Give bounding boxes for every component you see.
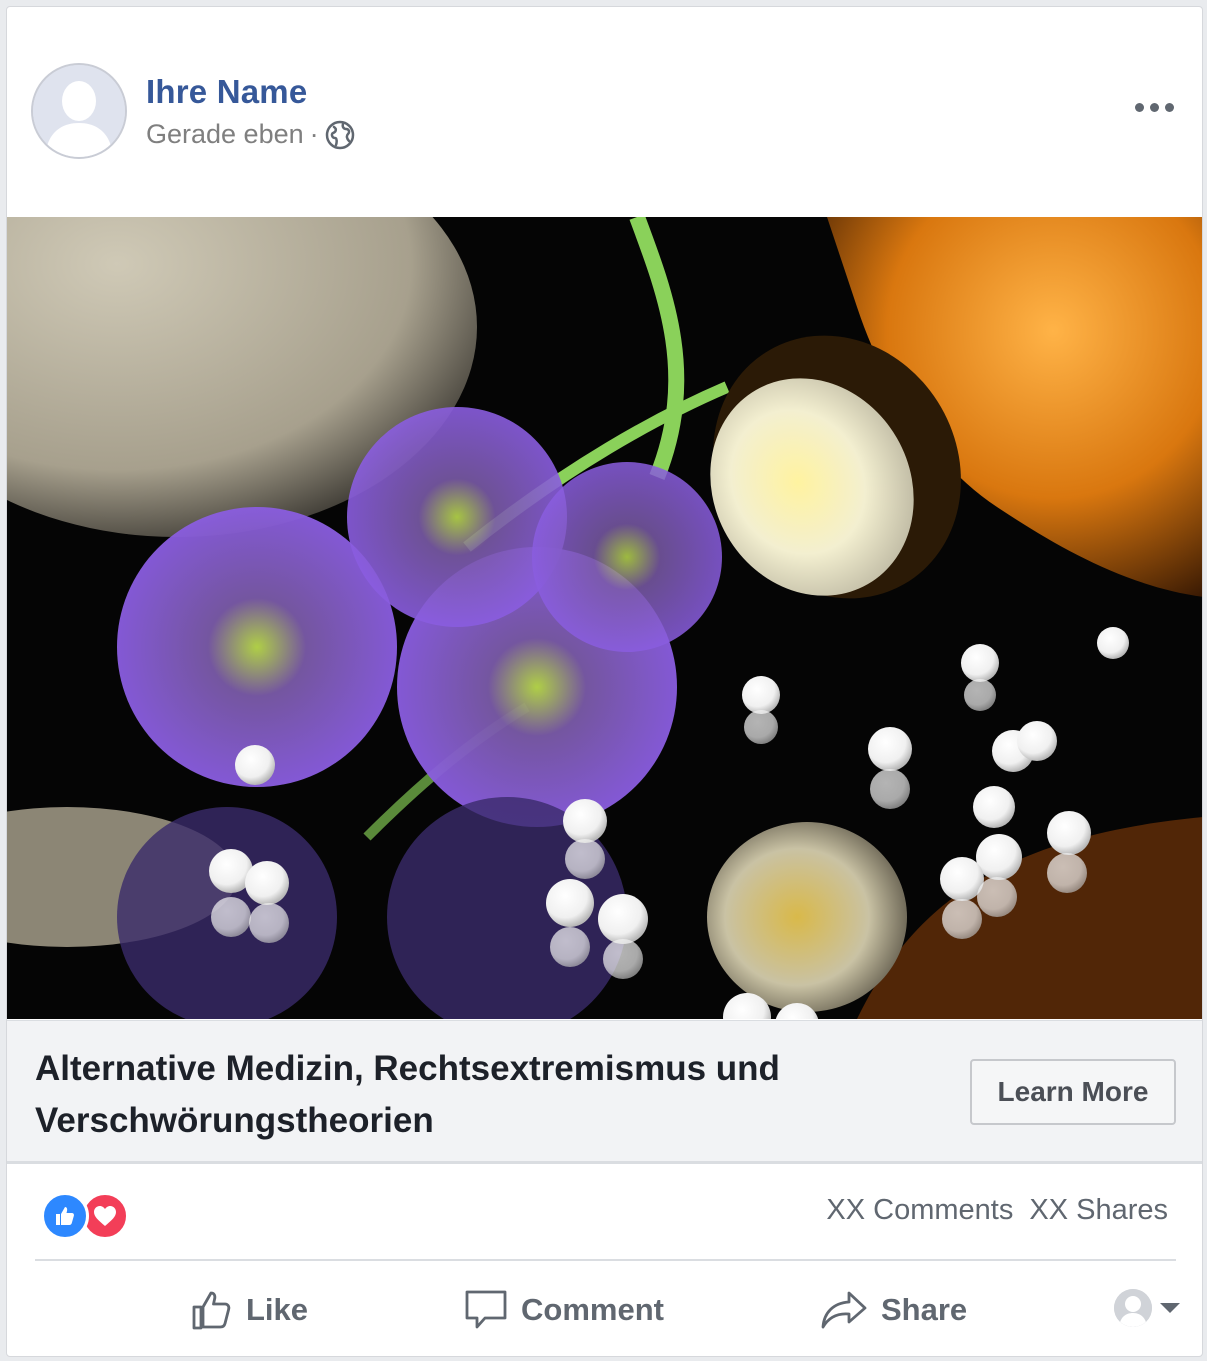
post-image[interactable] (7, 217, 1202, 1019)
learn-more-button[interactable]: Learn More (970, 1059, 1176, 1125)
reaction-summary[interactable] (41, 1192, 129, 1240)
like-button[interactable]: Like (190, 1275, 308, 1345)
more-options-icon[interactable] (1135, 103, 1174, 112)
thumbs-up-icon (192, 1291, 231, 1330)
comment-bubble-icon (465, 1290, 507, 1329)
post-card: Ihre Name Gerade eben · Alternative Medi… (6, 6, 1203, 1357)
comments-count[interactable]: XX Comments (826, 1194, 1013, 1227)
meta-separator: · (309, 119, 319, 149)
engagement-counts: XX Comments XX Shares (826, 1194, 1168, 1227)
chevron-down-icon (1160, 1303, 1180, 1313)
link-headline[interactable]: Alternative Medizin, Rechtsextremismus u… (35, 1043, 855, 1147)
post-meta: Gerade eben · (146, 119, 355, 150)
comment-button[interactable]: Comment (463, 1275, 664, 1345)
default-avatar-icon (33, 65, 125, 157)
comment-label: Comment (521, 1292, 664, 1327)
share-arrow-icon (821, 1291, 867, 1329)
author-name[interactable]: Ihre Name (146, 73, 307, 111)
like-label: Like (246, 1292, 309, 1327)
author-avatar[interactable] (31, 63, 127, 159)
lavender-globules-image (7, 217, 1202, 1019)
link-preview[interactable]: Alternative Medizin, Rechtsextremismus u… (7, 1020, 1202, 1164)
actions-divider (35, 1259, 1176, 1261)
share-button[interactable]: Share (819, 1275, 967, 1345)
shares-count[interactable]: XX Shares (1029, 1194, 1168, 1227)
audience-selector[interactable] (1114, 1289, 1180, 1327)
post-header: Ihre Name Gerade eben · (7, 7, 1202, 215)
audience-avatar-icon (1114, 1289, 1152, 1327)
globe-icon[interactable] (325, 120, 355, 150)
like-reaction-icon (41, 1192, 89, 1240)
post-actions: Like Comment Share (7, 1275, 1202, 1345)
share-label: Share (881, 1292, 968, 1327)
post-timestamp[interactable]: Gerade eben (146, 119, 304, 150)
